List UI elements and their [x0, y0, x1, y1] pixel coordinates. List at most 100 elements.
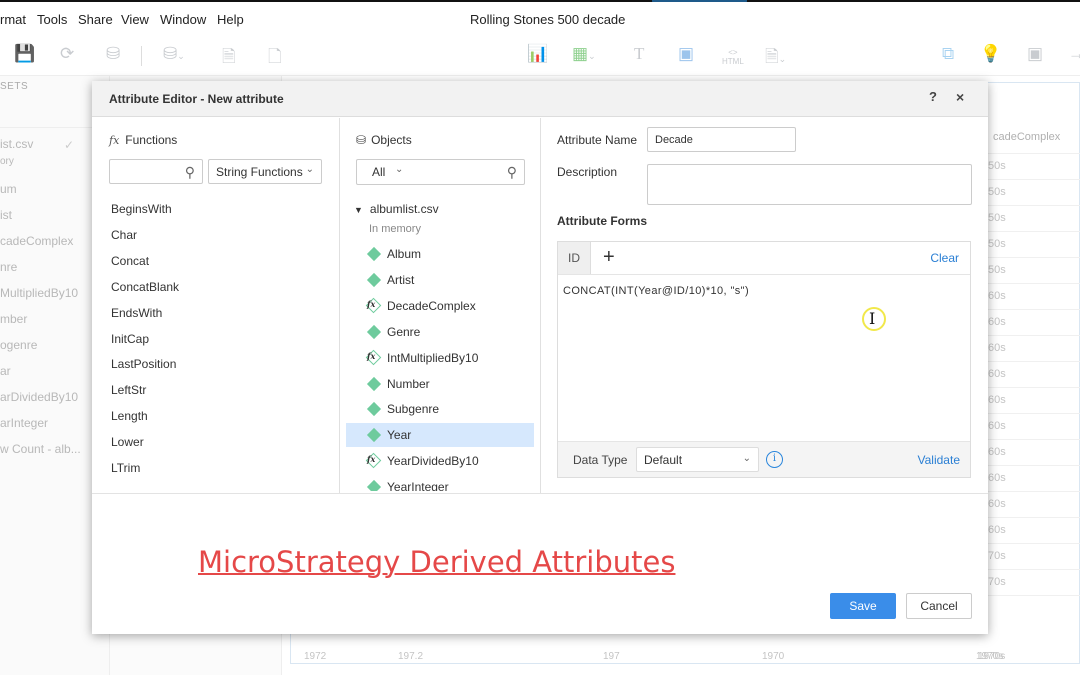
grid-cell: 60s: [988, 290, 1006, 302]
validate-button[interactable]: Validate: [918, 453, 960, 467]
dataset-status: ory: [0, 156, 14, 167]
add-visualization-icon[interactable]: 📊: [527, 44, 548, 64]
grid-cell: 60s: [988, 342, 1006, 354]
add-panel-icon[interactable]: 🗎⌄: [765, 44, 786, 73]
object-item[interactable]: fx YearDividedBy10: [346, 449, 534, 473]
datasets-search[interactable]: [0, 102, 100, 128]
dataset-item[interactable]: w Count - alb...: [0, 442, 81, 456]
dataset-item[interactable]: MultipliedBy10: [0, 286, 78, 300]
dataset-item[interactable]: arDividedBy10: [0, 390, 78, 404]
tab-id-form[interactable]: ID: [558, 242, 591, 274]
description-label: Description: [557, 165, 618, 179]
object-item[interactable]: Year: [346, 423, 534, 448]
layer-icon[interactable]: ⧉: [942, 44, 954, 64]
formula-editor[interactable]: CONCAT(INT(Year@ID/10)*10, "s"): [558, 275, 970, 441]
grid-row-line: [988, 205, 1080, 206]
dataset-item[interactable]: nre: [0, 260, 17, 274]
attribute-name-label: Attribute Name: [557, 133, 638, 147]
data-type-label: Data Type: [573, 453, 628, 467]
overlay-caption-link[interactable]: MicroStrategy Derived Attributes: [198, 545, 675, 579]
document-title: Rolling Stones 500 decade: [470, 12, 626, 27]
menu-help[interactable]: Help: [217, 12, 244, 27]
dataset-item[interactable]: ar: [0, 364, 11, 378]
dataset-check-icon: ✓: [64, 138, 75, 152]
menu-window[interactable]: Window: [160, 12, 206, 27]
dataset-item[interactable]: arInteger: [0, 416, 48, 430]
grid-cell: 60s: [988, 498, 1006, 510]
cancel-button[interactable]: Cancel: [906, 593, 972, 619]
filter-icon[interactable]: ▦⌄: [572, 44, 596, 64]
attribute-icon: [366, 246, 382, 262]
grid-row-line: [988, 595, 1080, 596]
info-icon[interactable]: i: [766, 451, 783, 468]
grid-row-line: [988, 231, 1080, 232]
grid-cell: 50s: [988, 160, 1006, 172]
new-page-icon[interactable]: 🗋: [268, 44, 282, 73]
menu-share[interactable]: Share: [78, 12, 113, 27]
object-item[interactable]: Artist: [346, 268, 534, 292]
add-data-icon[interactable]: ⛁⌄: [163, 44, 185, 64]
attribute-icon: [366, 480, 382, 491]
grid-row-line: [988, 309, 1080, 310]
refresh-icon[interactable]: ⟳: [60, 44, 74, 64]
object-item[interactable]: fx DecadeComplex: [346, 294, 534, 318]
grid-cell: 60s: [988, 420, 1006, 432]
object-item-label: Number: [387, 376, 430, 391]
data-source-icon[interactable]: ⛁: [106, 44, 120, 64]
grid-cell: 50s: [988, 212, 1006, 224]
object-item[interactable]: YearInteger: [346, 475, 534, 491]
data-type-select[interactable]: Default ⌄: [636, 447, 759, 472]
insight-icon[interactable]: 💡: [980, 44, 1001, 64]
toolbar: 💾 ⟳ ⛁ ⛁⌄ 🗎 🗋 📊 ▦⌄ T ▣ <> HTML 🗎⌄ ⧉ 💡 ▣ →: [0, 36, 1080, 76]
dataset-name[interactable]: ist.csv: [0, 137, 33, 151]
duplicate-page-icon[interactable]: 🗎: [222, 44, 236, 73]
object-item[interactable]: Subgenre: [346, 397, 534, 421]
more-icon[interactable]: →: [1068, 44, 1080, 64]
object-item-label: YearDividedBy10: [387, 454, 479, 469]
text-cursor-icon: I: [869, 309, 876, 328]
object-item[interactable]: Album: [346, 242, 534, 266]
clear-button[interactable]: Clear: [930, 251, 959, 265]
grid-row-line: [988, 543, 1080, 544]
add-form-button[interactable]: +: [603, 246, 615, 269]
grid-row-line: [988, 387, 1080, 388]
object-item[interactable]: Number: [346, 372, 534, 396]
forms-tab-bar: ID + Clear: [558, 242, 970, 275]
dataset-item[interactable]: cadeComplex: [0, 234, 73, 248]
grid-row-line: [988, 439, 1080, 440]
container-icon[interactable]: ▣: [1027, 44, 1043, 64]
html-icon[interactable]: <> HTML: [722, 48, 744, 66]
text-icon[interactable]: T: [634, 44, 644, 64]
attribute-icon: [366, 402, 382, 417]
attribute-forms-editor: ID + Clear CONCAT(INT(Year@ID/10)*10, "s…: [557, 241, 971, 478]
save-icon[interactable]: 💾: [14, 44, 35, 64]
attribute-name-input[interactable]: Decade: [647, 127, 796, 152]
menu-view[interactable]: View: [121, 12, 149, 27]
object-item-label: DecadeComplex: [387, 298, 476, 313]
object-item-label: Artist: [387, 272, 415, 287]
object-item[interactable]: Genre: [346, 320, 534, 344]
close-button[interactable]: ×: [956, 89, 964, 105]
image-icon[interactable]: ▣: [678, 44, 694, 64]
dataset-item[interactable]: mber: [0, 312, 27, 326]
grid-row-line: [988, 257, 1080, 258]
grid-cell: 50s: [988, 186, 1006, 198]
dataset-item[interactable]: ist: [0, 208, 12, 222]
column-divider: [540, 118, 541, 493]
grid-row-line: [988, 517, 1080, 518]
menu-format[interactable]: rmat: [0, 12, 26, 27]
menu-tools[interactable]: Tools: [37, 12, 67, 27]
grid-row-line: [988, 413, 1080, 414]
help-button[interactable]: ?: [929, 89, 937, 104]
body-divider: [92, 493, 988, 494]
grid-cell: 70s: [988, 550, 1006, 562]
forms-footer: Data Type Default ⌄ i Validate: [558, 441, 970, 477]
toolbar-separator: [141, 46, 142, 66]
description-input[interactable]: [647, 164, 972, 205]
save-button[interactable]: Save: [830, 593, 896, 619]
dataset-item[interactable]: ogenre: [0, 338, 37, 352]
grid-cell: 50s: [988, 238, 1006, 250]
object-item[interactable]: fx IntMultipliedBy10: [346, 346, 534, 370]
html-icon-label: HTML: [722, 57, 744, 66]
dataset-item[interactable]: um: [0, 182, 17, 196]
